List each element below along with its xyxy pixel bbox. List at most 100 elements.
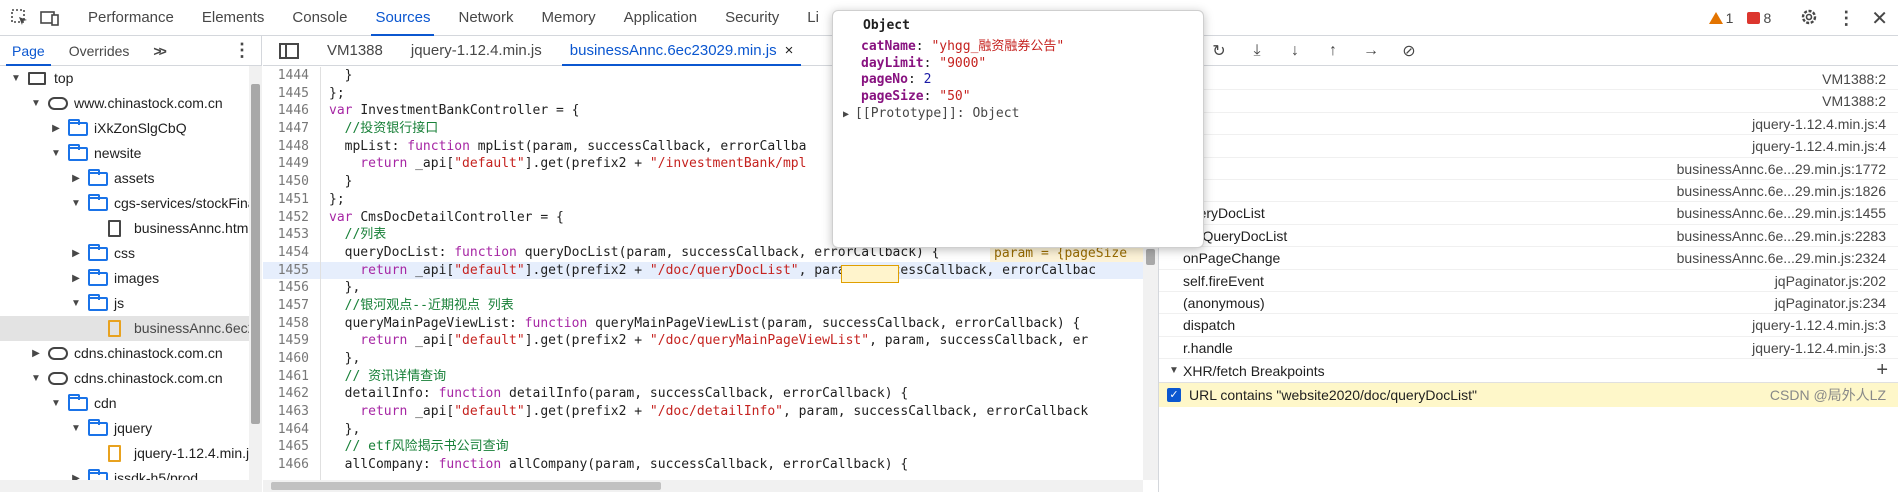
line-number[interactable]: 1450 (263, 173, 309, 191)
line-number[interactable]: 1448 (263, 138, 309, 156)
line-number[interactable]: 1447 (263, 120, 309, 138)
frame-location-link[interactable]: VM1388:2 (1822, 90, 1886, 112)
call-frame[interactable]: qVM1388:2 (1159, 68, 1898, 91)
line-number[interactable]: 1461 (263, 368, 309, 386)
frame-location-link[interactable]: jquery-1.12.4.min.js:4 (1752, 113, 1886, 135)
call-frame[interactable]: dispatch jquery-1.12.4.min.js:3 (1159, 314, 1898, 337)
call-frame[interactable]: self.fireEvent jqPaginator.js:202 (1159, 270, 1898, 292)
editor-tab-businessannc[interactable]: businessAnnc.6ec23029.min.js × (556, 36, 808, 66)
line-number[interactable]: 1466 (263, 456, 309, 474)
collapsed-arrow-icon[interactable]: ▶ (30, 341, 42, 366)
line-number[interactable]: 1453 (263, 226, 309, 244)
expanded-arrow-icon[interactable]: ▼ (70, 191, 82, 216)
breakpoint-checkbox[interactable]: ✓ (1167, 388, 1181, 403)
call-frame[interactable]: jquery-1.12.4.min.js:4 (1159, 135, 1898, 158)
settings-gear-icon[interactable] (1799, 7, 1819, 30)
collapsed-arrow-icon[interactable]: ▶ (50, 116, 62, 141)
expanded-arrow-icon[interactable]: ▼ (50, 141, 62, 166)
line-number[interactable]: 1455 (263, 262, 309, 280)
more-options-icon[interactable]: ⋮ (1837, 9, 1855, 27)
device-toolbar-icon[interactable] (40, 8, 60, 28)
close-tab-icon[interactable]: × (785, 42, 794, 59)
expanded-arrow-icon[interactable]: ▼ (70, 416, 82, 441)
call-frame[interactable]: r.handle jquery-1.12.4.min.js:3 (1159, 337, 1898, 360)
line-number[interactable]: 1457 (263, 297, 309, 315)
deactivate-breakpoints-icon[interactable]: ⊘ (1399, 41, 1419, 61)
tab-sources[interactable]: Sources (361, 0, 444, 36)
more-tabs-icon[interactable]: >> (141, 36, 175, 66)
toggle-navigator-icon[interactable] (279, 42, 299, 59)
tree-item[interactable]: jquery-1.12.4.min.js (0, 441, 261, 466)
tree-item[interactable]: ▼ www.chinastock.com.cn (0, 91, 261, 116)
frame-location-link[interactable]: jquery-1.12.4.min.js:4 (1752, 135, 1886, 157)
frame-location-link[interactable]: jqPaginator.js:202 (1775, 270, 1886, 292)
tree-item[interactable]: ▼ cdn (0, 391, 261, 416)
errors-badge[interactable]: 8 (1747, 10, 1771, 26)
expanded-arrow-icon[interactable]: ▼ (30, 366, 42, 391)
call-frame[interactable]: (anonymous) jqPaginator.js:234 (1159, 292, 1898, 315)
frame-location-link[interactable]: businessAnnc.6e...29.min.js:2283 (1677, 225, 1886, 247)
tree-item[interactable]: ▼ top (0, 66, 261, 91)
resume-icon[interactable]: ↻ (1209, 41, 1229, 61)
code-line[interactable]: 1465 // etf风险揭示书公司查询 (263, 438, 1143, 456)
tree-item[interactable]: ▶ cdns.chinastock.com.cn (0, 341, 261, 366)
code-line[interactable]: 1461 // 资讯详情查询 (263, 368, 1143, 386)
step-over-icon[interactable]: ⤓ (1247, 42, 1267, 60)
expand-arrow-icon[interactable]: ▶ (843, 109, 855, 120)
collapsed-arrow-icon[interactable]: ▶ (70, 241, 82, 266)
tab-network[interactable]: Network (444, 0, 527, 36)
inspect-element-icon[interactable] (10, 8, 30, 28)
line-number[interactable]: 1458 (263, 315, 309, 333)
line-number[interactable]: 1456 (263, 279, 309, 297)
xhr-breakpoints-header[interactable]: ▼ XHR/fetch Breakpoints + (1159, 358, 1898, 384)
editor-tab-jquery[interactable]: jquery-1.12.4.min.js (397, 36, 556, 66)
frame-location-link[interactable]: jquery-1.12.4.min.js:3 (1752, 337, 1886, 359)
code-line[interactable]: 1455 return _api["default"].get(prefix2 … (263, 261, 1143, 280)
tree-item[interactable]: ▶ images (0, 266, 261, 291)
line-number[interactable]: 1454 (263, 244, 309, 262)
line-number[interactable]: 1463 (263, 403, 309, 421)
tab-application[interactable]: Application (610, 0, 711, 36)
tab-performance[interactable]: Performance (74, 0, 188, 36)
tree-item[interactable]: ▼ jquery (0, 416, 261, 441)
code-line[interactable]: 1466 allCompany: function allCompany(par… (263, 456, 1143, 474)
code-line[interactable]: 1462 detailInfo: function detailInfo(par… (263, 385, 1143, 403)
tab-console[interactable]: Console (278, 0, 361, 36)
tree-item[interactable]: ▼ newsite (0, 141, 261, 166)
tree-item[interactable]: businessAnnc.html (0, 216, 261, 241)
line-number[interactable]: 1462 (263, 385, 309, 403)
code-line[interactable]: 1459 return _api["default"].get(prefix2 … (263, 332, 1143, 350)
tree-item[interactable]: ▼ js (0, 291, 261, 316)
step-into-icon[interactable]: ↓ (1285, 42, 1305, 60)
editor-vscrollbar-thumb[interactable] (1146, 249, 1155, 265)
step-out-icon[interactable]: ↑ (1323, 42, 1343, 60)
tab-memory[interactable]: Memory (528, 0, 610, 36)
frame-location-link[interactable]: jqPaginator.js:234 (1775, 292, 1886, 314)
tab-page[interactable]: Page (0, 36, 57, 66)
line-number[interactable]: 1452 (263, 209, 309, 227)
call-frame[interactable]: djquery-1.12.4.min.js:4 (1159, 113, 1898, 136)
line-number[interactable]: 1460 (263, 350, 309, 368)
code-line[interactable]: 1458 queryMainPageViewList: function que… (263, 315, 1143, 333)
warnings-badge[interactable]: 1 (1708, 10, 1733, 26)
navigator-menu-icon[interactable]: ⋮ (233, 40, 251, 61)
editor-hscrollbar-thumb[interactable] (271, 482, 661, 490)
call-frame[interactable]: pVM1388:2 (1159, 90, 1898, 113)
call-frame[interactable]: getQueryDocList businessAnnc.6e...29.min.… (1159, 225, 1898, 248)
tree-item[interactable]: ▼ cdns.chinastock.com.cn (0, 366, 261, 391)
line-number[interactable]: 1464 (263, 421, 309, 439)
frame-location-link[interactable]: VM1388:2 (1822, 68, 1886, 90)
navigator-scrollbar-thumb[interactable] (251, 84, 260, 424)
tree-item[interactable]: ▶ iXkZonSlgCbQ (0, 116, 261, 141)
call-frame[interactable]: onPageChange businessAnnc.6e...29.min.js:… (1159, 247, 1898, 270)
tree-item[interactable]: ▶ css (0, 241, 261, 266)
line-number[interactable]: 1449 (263, 155, 309, 173)
expanded-arrow-icon[interactable]: ▼ (10, 66, 22, 91)
editor-tab-vm1388[interactable]: VM1388 (313, 36, 397, 66)
tab-security[interactable]: Security (711, 0, 793, 36)
collapsed-arrow-icon[interactable]: ▶ (70, 166, 82, 191)
tab-elements[interactable]: Elements (188, 0, 279, 36)
frame-location-link[interactable]: businessAnnc.6e...29.min.js:1826 (1677, 180, 1886, 202)
add-breakpoint-icon[interactable]: + (1876, 358, 1888, 382)
xhr-breakpoint-row[interactable]: ✓ URL contains "website2020/doc/queryDoc… (1159, 383, 1898, 408)
